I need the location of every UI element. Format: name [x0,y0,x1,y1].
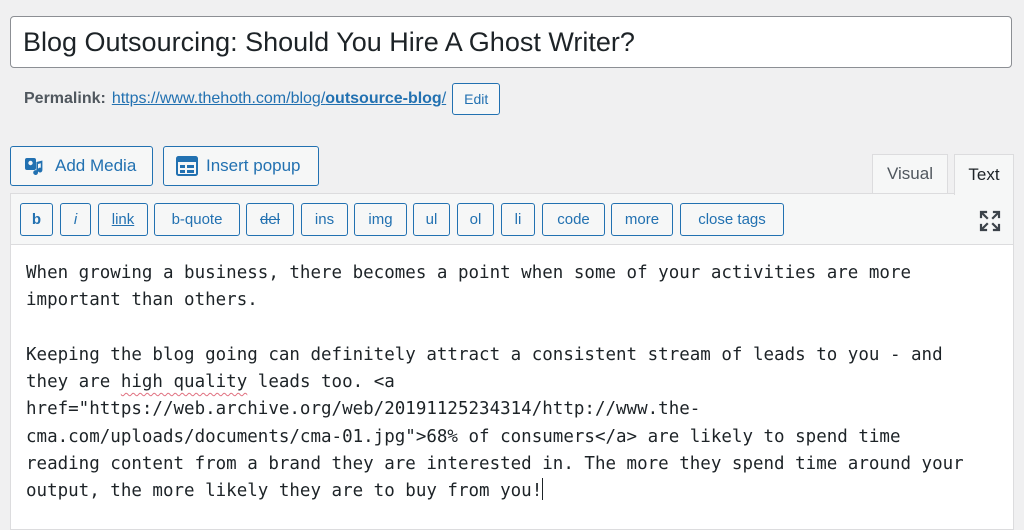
quicktag-ul-button[interactable]: ul [413,203,450,236]
quicktag-bold-button[interactable]: b [20,203,53,236]
add-media-button[interactable]: Add Media [10,146,153,186]
permalink-trailing-slash: / [441,90,447,107]
content-line: href="https://web.archive.org/web/201911… [26,399,701,420]
permalink-base-url: https://www.thehoth.com/blog/ [111,90,326,107]
add-media-label: Add Media [55,156,137,175]
media-icon [23,155,47,177]
spellcheck-highlight: high quality [120,372,248,393]
content-line: output, the more likely they are to buy … [26,478,1006,505]
permalink-slug: outsource-blog [325,90,442,107]
content-text: leads too. <a [247,372,395,393]
content-blank-line [26,315,1006,342]
quicktag-italic-button[interactable]: i [60,203,91,236]
content-line: cma.com/uploads/documents/cma-01.jpg">68… [26,426,901,447]
permalink-link[interactable]: https://www.thehoth.com/blog/outsource-b… [112,90,446,108]
permalink-label: Permalink: [24,90,106,107]
popup-form-icon [176,156,198,176]
permalink-row: Permalink: https://www.thehoth.com/blog/… [24,82,501,116]
quicktag-code-button[interactable]: code [542,203,605,236]
quicktag-ins-button[interactable]: ins [301,203,348,236]
quicktag-close-tags-button[interactable]: close tags [680,203,784,236]
content-line: Keeping the blog going can definitely at… [26,344,943,365]
tab-text[interactable]: Text [954,154,1014,195]
content-text: they are [26,372,121,393]
text-caret [542,478,544,501]
quicktags-toolbar: b i link b-quote del ins img ul ol li co… [11,194,1013,245]
quicktag-more-button[interactable]: more [611,203,673,236]
content-line: When growing a business, there becomes a… [26,263,912,283]
quicktag-ol-button[interactable]: ol [457,203,494,236]
post-content-textarea[interactable]: When growing a business, there becomes a… [26,260,1006,506]
content-line: they are high quality leads too. <a [26,369,1006,396]
content-line: important than others. [26,290,258,311]
fullscreen-icon[interactable] [979,210,1001,232]
post-title-input[interactable]: Blog Outsourcing: Should You Hire A Ghos… [10,16,1012,68]
quicktag-li-button[interactable]: li [501,203,535,236]
tab-visual[interactable]: Visual [872,154,948,194]
quicktag-img-button[interactable]: img [354,203,407,236]
insert-popup-button[interactable]: Insert popup [163,146,319,186]
text-editor: b i link b-quote del ins img ul ol li co… [10,193,1014,530]
insert-popup-label: Insert popup [206,156,301,175]
content-line: reading content from a brand they are in… [26,454,964,475]
content-text: output, the more likely they are to buy … [26,481,543,502]
quicktag-blockquote-button[interactable]: b-quote [154,203,240,236]
quicktag-del-button[interactable]: del [246,203,294,236]
permalink-edit-button[interactable]: Edit [452,83,501,115]
quicktag-link-button[interactable]: link [98,203,148,236]
